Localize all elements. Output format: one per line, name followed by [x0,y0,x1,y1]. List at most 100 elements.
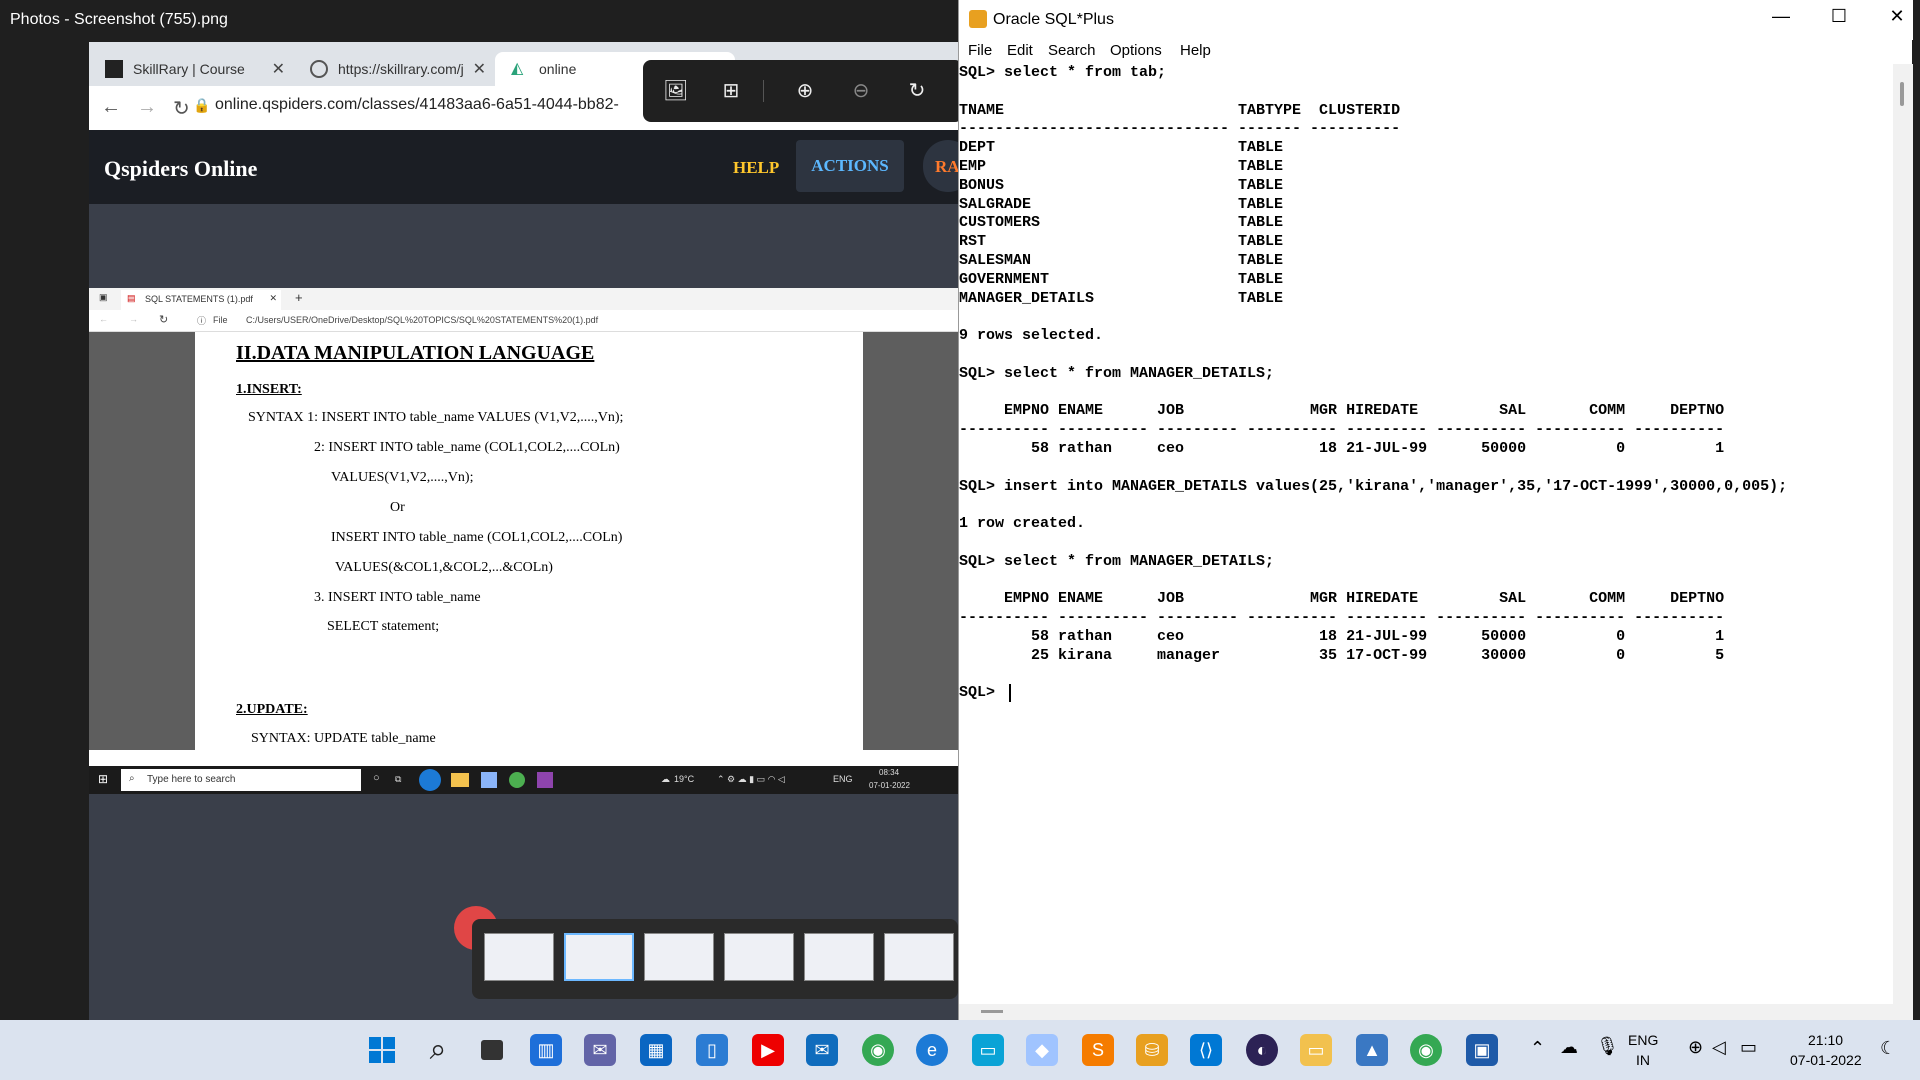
console-line: EMPNO ENAME JOB MGR HIREDATE SAL COMM DE… [959,590,1725,608]
horizontal-scrollbar[interactable] [959,1004,1913,1020]
filmstrip-thumbnail[interactable] [804,933,874,981]
vertical-scrollbar[interactable] [1893,64,1913,1004]
app-icon[interactable]: ▣ [1466,1034,1498,1066]
oracle-sqlplus-icon[interactable]: ⛁ [1136,1034,1168,1066]
chrome-profile-icon[interactable]: ◉ [1410,1034,1442,1066]
cortana-icon: ○ [373,772,380,784]
globe-icon [310,60,328,78]
address-bar[interactable]: online.qspiders.com/classes/41483aa6-6a5… [215,96,619,114]
network-icon[interactable]: ⊕ [1688,1037,1703,1058]
reload-icon[interactable]: ↻ [159,313,168,326]
photos-toolbar: 🖼 ⊞ ⊕ ⊖ ↻ [643,60,963,122]
edge-icon[interactable]: e [916,1034,948,1066]
input-language[interactable]: ENG [1628,1032,1658,1048]
windows-taskbar: ⌕ ▥ ✉ ▦ ▯ ▶ ✉ ◉ e ▭ ◆ S ⛁ ⟨⟩ ◐ ▭ ▲ ◉ ▣ ⌃… [0,1020,1920,1080]
show-hidden-icons-icon[interactable]: ⌃ [1530,1038,1545,1059]
microsoft-store-icon[interactable]: ▦ [640,1034,672,1066]
tab-skillrary-url[interactable]: https://skillrary.com/j ✕ [294,52,494,86]
zoom-in-icon[interactable]: ⊕ [793,79,817,103]
user-avatar-button[interactable]: RA [923,140,959,192]
clock-date[interactable]: 07-01-2022 [1790,1052,1862,1068]
file-explorer-icon [451,773,469,787]
filmstrip-thumbnail[interactable] [484,933,554,981]
sqlplus-titlebar: Oracle SQL*Plus — ☐ ✕ [959,0,1913,40]
zoom-out-icon[interactable]: ⊖ [849,79,873,103]
notifications-icon[interactable]: ☾ [1880,1038,1896,1059]
filmstrip-thumbnail[interactable] [724,933,794,981]
menu-edit[interactable]: Edit [1007,42,1033,59]
battery-icon[interactable]: ▭ [1740,1037,1757,1058]
back-arrow-icon[interactable]: ← [99,314,108,324]
close-icon[interactable]: ✕ [1877,6,1917,27]
sublime-text-icon[interactable]: S [1082,1034,1114,1066]
pdf-page: II.DATA MANIPULATION LANGUAGE 1.INSERT: … [195,332,863,750]
close-tab-icon[interactable]: ✕ [269,293,277,304]
file-icon[interactable]: ▯ [696,1034,728,1066]
pdf-tab[interactable]: ▤ SQL STATEMENTS (1).pdf ✕ [121,290,281,310]
image-icon[interactable]: 🖼 [663,79,688,103]
filmstrip-thumbnail[interactable] [884,933,954,981]
file-explorer-icon[interactable]: ▭ [1300,1034,1332,1066]
gallery-icon[interactable]: ⊞ [719,79,743,103]
volume-icon[interactable]: ◁ [1712,1037,1726,1058]
eclipse-icon[interactable]: ◐ [1246,1034,1278,1066]
widgets-icon[interactable]: ▥ [530,1034,562,1066]
chrome-icon[interactable]: ◉ [862,1034,894,1066]
task-view-icon[interactable] [476,1034,508,1066]
tab-actions-icon[interactable]: ▣ [99,292,108,303]
console-line: BONUS TABLE [959,176,1284,194]
reload-icon[interactable]: ↻ [173,96,190,121]
filmstrip-thumbnail[interactable] [644,933,714,981]
console-line: SQL> select * from tab; [959,64,1167,81]
tab-label: SkillRary | Course [133,61,245,77]
close-tab-icon[interactable]: ✕ [272,59,285,79]
shared-screen: ▣ ▤ SQL STATEMENTS (1).pdf ✕ + ← → ↻ ⓘ F… [89,288,959,794]
site-title: Qspiders Online [104,156,258,181]
close-tab-icon[interactable]: ✕ [473,59,486,79]
scrollbar-thumb[interactable] [981,1010,1003,1013]
microphone-icon[interactable]: 🎙 [1596,1036,1619,1057]
console-line: SQL> select * from MANAGER_DETAILS; [959,364,1275,382]
pdf-line: INSERT INTO table_name (COL1,COL2,....CO… [331,530,623,545]
windows-start-icon[interactable] [366,1034,398,1066]
tray-icons: ⌃ ⚙ ☁ ▮ ▭ ◠ ◁ [717,774,785,784]
menu-search[interactable]: Search [1048,42,1096,59]
onedrive-icon[interactable]: ☁ [1560,1037,1578,1058]
search-icon[interactable]: ⌕ [422,1033,454,1066]
clock-time[interactable]: 21:10 [1808,1032,1843,1048]
forward-arrow-icon[interactable]: → [137,96,157,119]
youtube-icon[interactable]: ▶ [752,1034,784,1066]
console-line: DEPT TABLE [959,139,1284,157]
clock-date: 07-01-2022 [869,781,910,790]
tab-skillrary-course[interactable]: SkillRary | Course ✕ [89,52,293,86]
minimize-icon[interactable]: — [1761,6,1801,27]
console-line: 58 rathan ceo 18 21-JUL-99 50000 0 1 [959,440,1725,457]
vscode-icon[interactable]: ⟨⟩ [1190,1034,1222,1066]
forward-arrow-icon[interactable]: → [129,314,138,324]
console-line: ------------------------------ ------- -… [959,120,1401,138]
new-tab-icon[interactable]: + [295,290,303,305]
maximize-icon[interactable]: ☐ [1819,6,1859,27]
sqlplus-title: Oracle SQL*Plus [993,11,1114,28]
pdf-path[interactable]: C:/Users/USER/OneDrive/Desktop/SQL%20TOP… [246,315,598,325]
photos-icon[interactable]: ▲ [1356,1034,1388,1066]
photos-window-title: Photos - Screenshot (755).png [10,11,228,28]
actions-nav-button[interactable]: ACTIONS [796,140,904,192]
help-nav-link[interactable]: HELP [733,158,779,178]
weather-icon: ☁ [661,774,670,784]
filmstrip-thumbnail-selected[interactable] [564,933,634,981]
teams-chat-icon[interactable]: ✉ [584,1034,616,1066]
photos-filmstrip [472,919,958,999]
text-cursor [1009,684,1011,703]
menu-file[interactable]: File [968,42,992,59]
remote-desktop-icon[interactable]: ▭ [972,1034,1004,1066]
mail-icon[interactable]: ✉ [806,1034,838,1066]
input-region[interactable]: IN [1636,1052,1650,1068]
back-arrow-icon[interactable]: ← [101,96,121,119]
sqlplus-console[interactable]: SQL> select * from tab; TNAME TABTYPE CLU… [959,64,1893,1004]
scrollbar-thumb[interactable] [1900,82,1904,106]
menu-options[interactable]: Options [1110,42,1162,59]
app-icon[interactable]: ◆ [1026,1034,1058,1066]
menu-help[interactable]: Help [1180,42,1211,59]
rotate-icon[interactable]: ↻ [905,79,929,103]
